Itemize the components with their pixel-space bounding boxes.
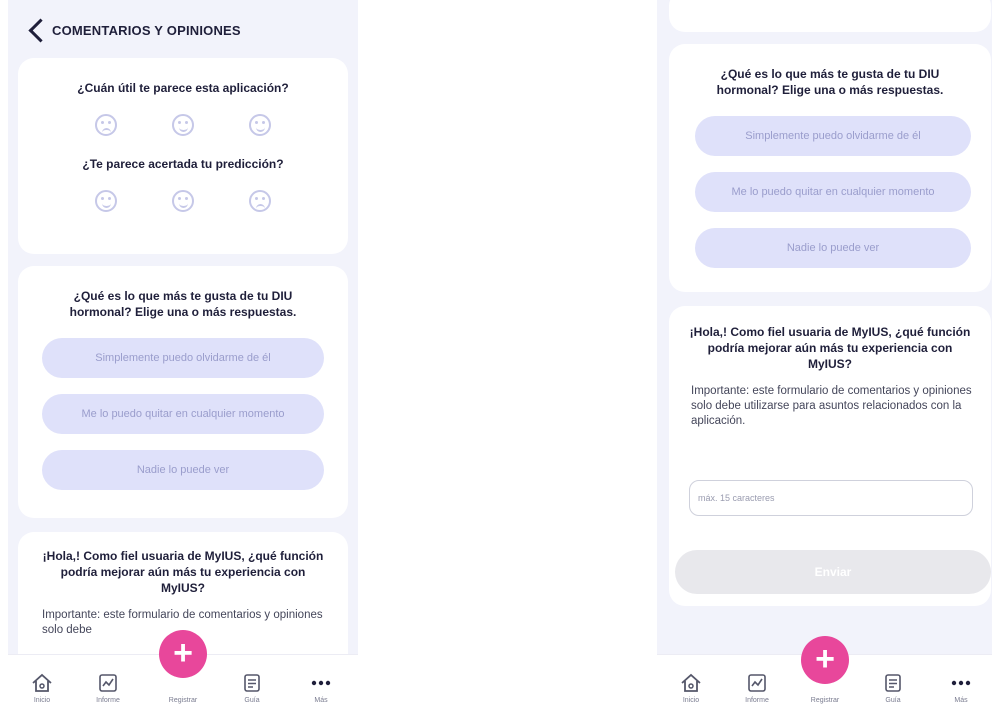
option-forget[interactable]: Simplemente puedo olvidarme de él [42,338,324,378]
preferences-card: ¿Qué es lo que más te gusta de tu DIU ho… [669,44,991,292]
add-button[interactable]: + [159,630,207,678]
preferences-card: ¿Qué es lo que más te gusta de tu DIU ho… [18,266,348,518]
plus-icon: + [815,640,835,678]
plus-icon: + [173,634,193,672]
tab-guide[interactable]: Guía [865,672,921,704]
sad-face-icon[interactable] [95,114,118,136]
neutral-face-icon[interactable] [171,190,194,212]
option-invisible[interactable]: Nadie lo puede ver [695,228,971,268]
tab-report[interactable]: Informe [729,672,785,704]
submit-button[interactable]: Enviar [675,550,991,594]
header: COMENTARIOS Y OPINIONES [8,12,358,48]
tab-home[interactable]: Inicio [14,672,70,704]
document-icon [224,672,280,694]
tab-report[interactable]: Informe [80,672,136,704]
option-remove[interactable]: Me lo puedo quitar en cualquier momento [695,172,971,212]
more-dots-icon [933,672,989,694]
feedback-input[interactable]: máx. 15 caracteres [689,480,973,516]
neutral-face-icon[interactable] [171,114,194,136]
left-screen: COMENTARIOS Y OPINIONES ¿Cuán útil te pa… [8,0,358,710]
happy-face-icon[interactable] [248,114,271,136]
feedback-card: ¡Hola,! Como fiel usuaria de MyIUS, ¿qué… [669,306,991,606]
question-prediction: ¿Te parece acertada tu predicción? [82,157,284,171]
add-button[interactable]: + [801,636,849,684]
chart-icon [80,672,136,694]
usefulness-rating [18,114,348,136]
tab-more[interactable]: Más [933,672,989,704]
page-title: COMENTARIOS Y OPINIONES [52,22,241,38]
option-remove[interactable]: Me lo puedo quitar en cualquier momento [42,394,324,434]
question-usefulness: ¿Cuán útil te parece esta aplicación? [77,81,289,95]
question-preferences: ¿Qué es lo que más te gusta de tu DIU ho… [716,67,944,97]
prediction-rating [18,190,348,212]
back-chevron-icon[interactable] [22,12,52,48]
home-icon [14,672,70,694]
right-screen: ¿Qué es lo que más te gusta de tu DIU ho… [657,0,992,710]
document-icon [865,672,921,694]
question-feature: ¡Hola,! Como fiel usuaria de MyIUS, ¿qué… [42,549,324,595]
option-forget[interactable]: Simplemente puedo olvidarme de él [695,116,971,156]
question-feature: ¡Hola,! Como fiel usuaria de MyIUS, ¿qué… [689,325,971,371]
question-preferences: ¿Qué es lo que más te gusta de tu DIU ho… [69,289,297,319]
tab-home[interactable]: Inicio [663,672,719,704]
chart-icon [729,672,785,694]
happy-face-icon[interactable] [95,190,118,212]
option-invisible[interactable]: Nadie lo puede ver [42,450,324,490]
sad-face-icon[interactable] [248,190,271,212]
tab-more[interactable]: Más [293,672,349,704]
tab-guide[interactable]: Guía [224,672,280,704]
more-dots-icon [293,672,349,694]
rating-card: ¿Cuán útil te parece esta aplicación? ¿T… [18,58,348,254]
important-note: Importante: este formulario de comentari… [691,385,972,427]
previous-card-edge [669,0,991,32]
home-icon [663,672,719,694]
